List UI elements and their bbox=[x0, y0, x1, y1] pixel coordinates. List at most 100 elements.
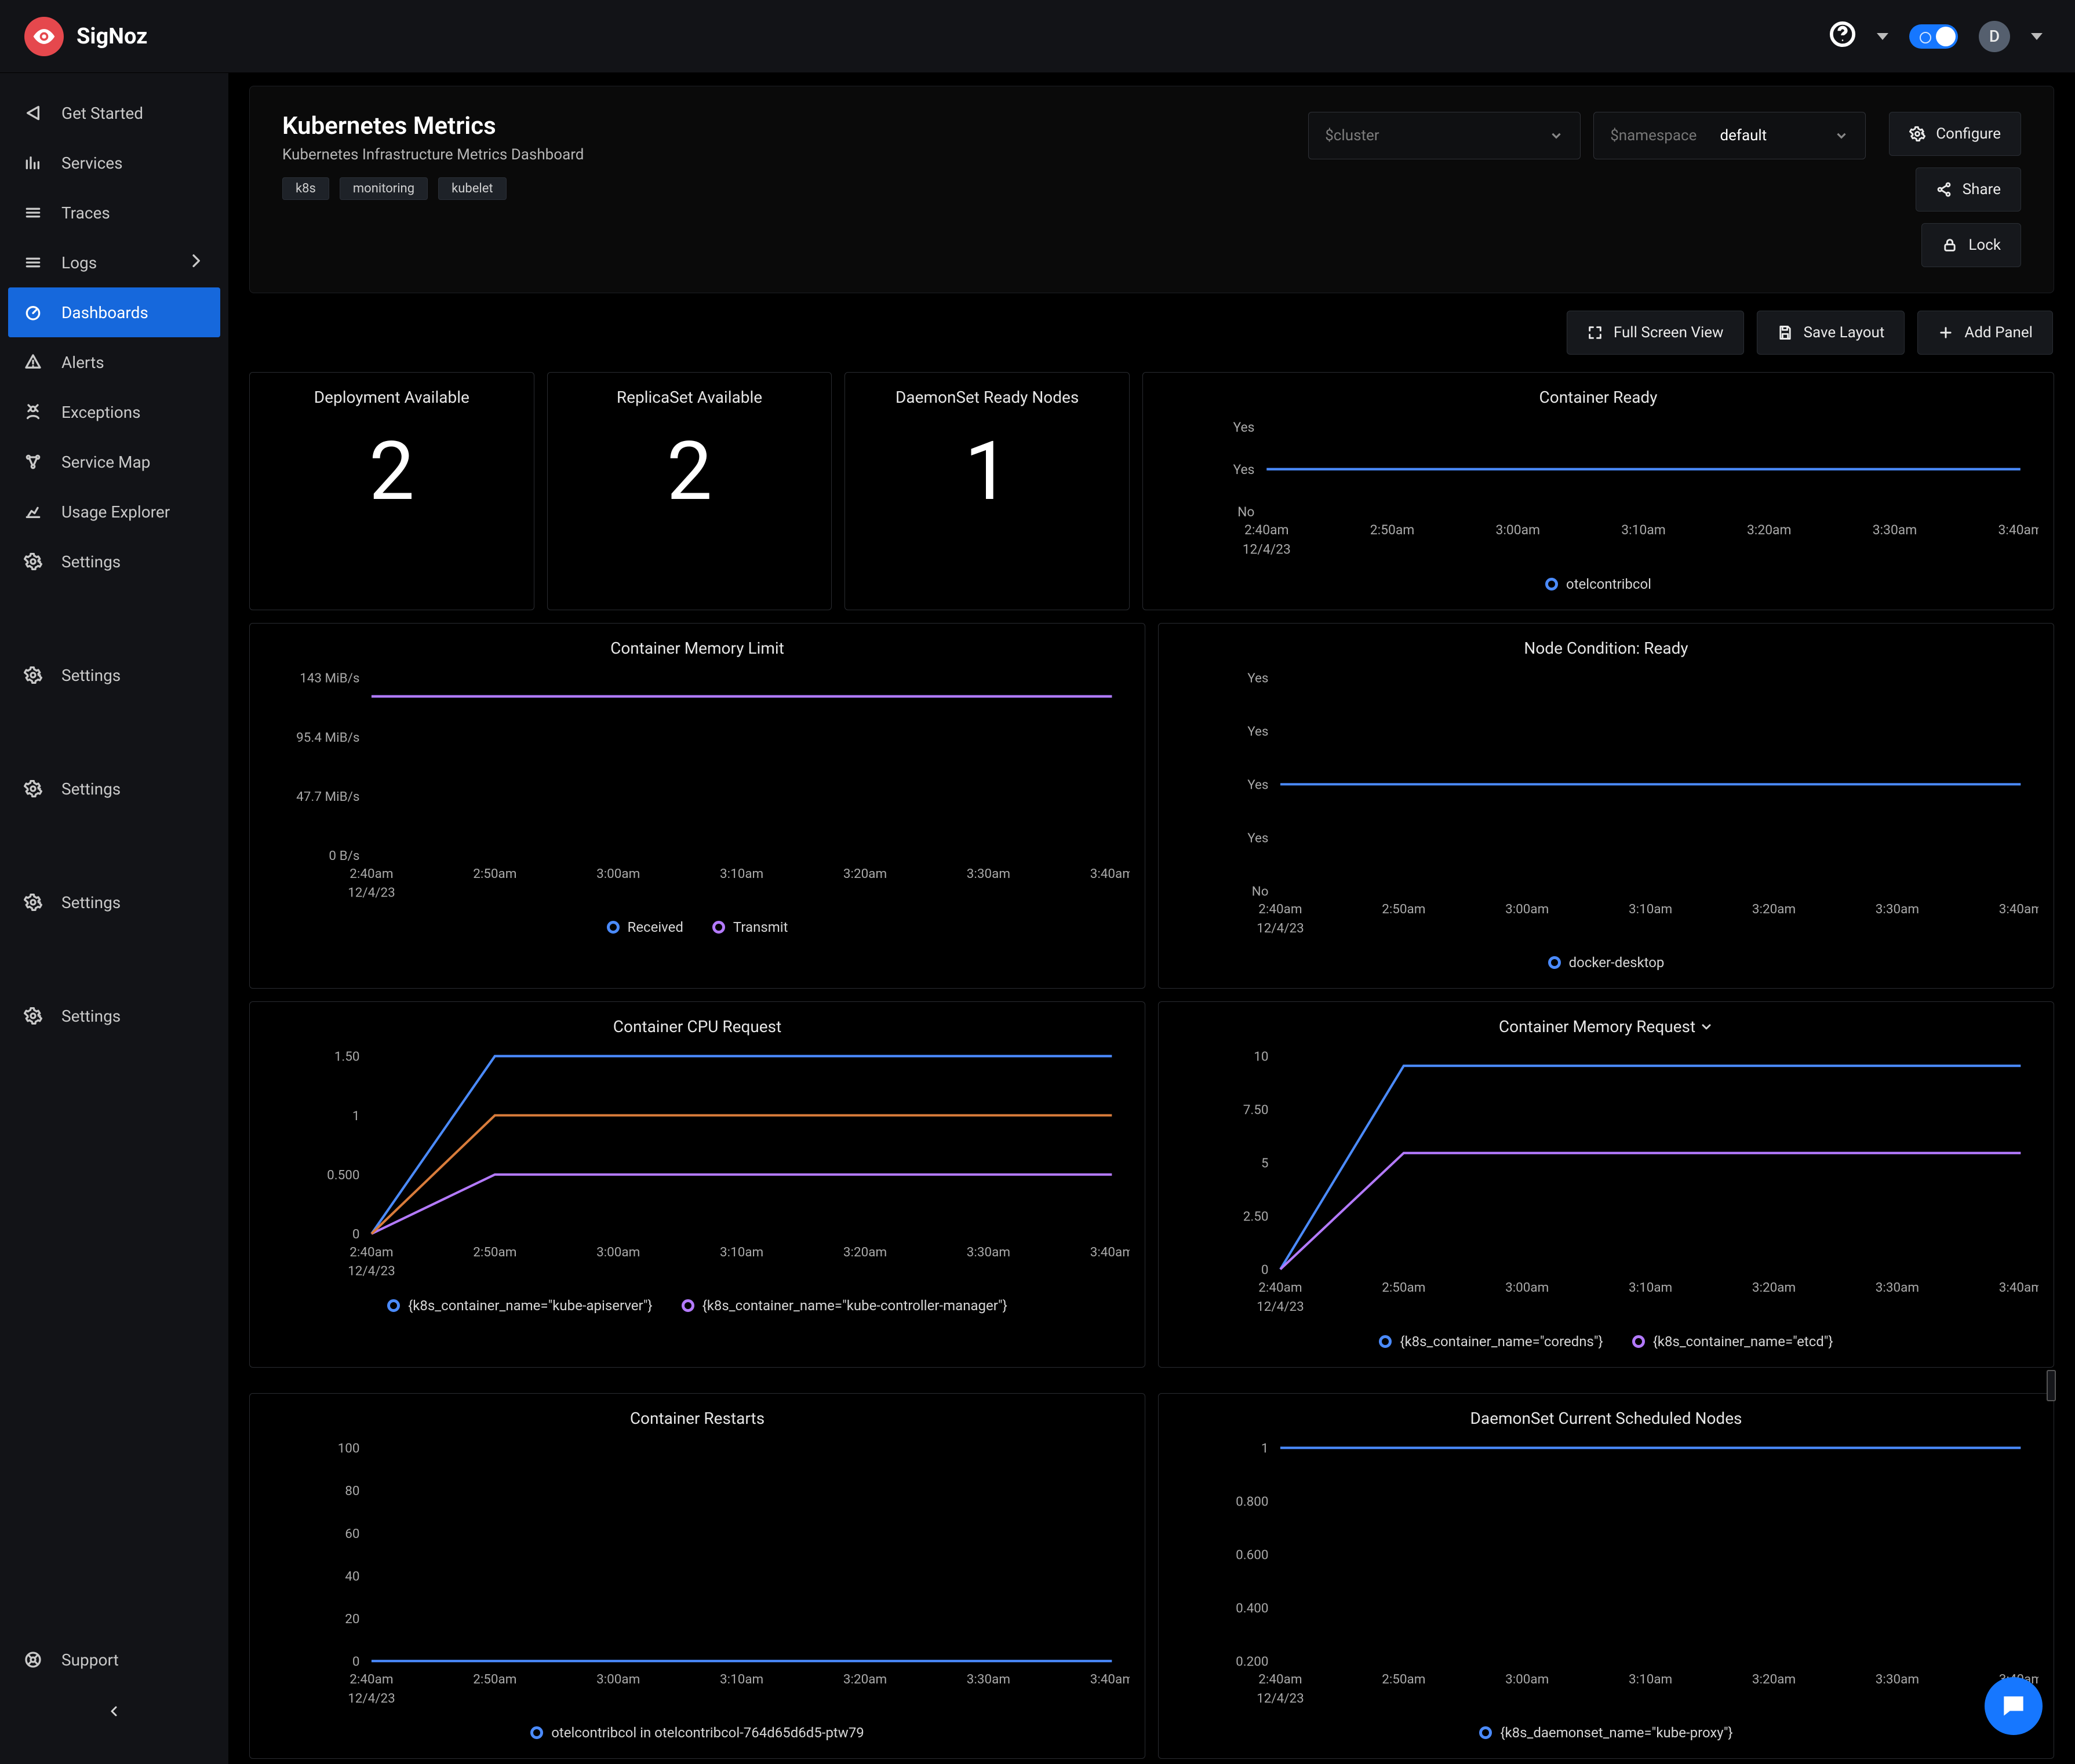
svg-text:3:30am: 3:30am bbox=[1876, 1672, 1919, 1687]
svg-text:3:00am: 3:00am bbox=[1505, 1281, 1549, 1296]
configure-button[interactable]: Configure bbox=[1889, 112, 2021, 156]
chevron-right-icon bbox=[187, 252, 205, 274]
sidebar-item-label: Service Map bbox=[61, 453, 150, 472]
dashboard-tag[interactable]: monitoring bbox=[340, 177, 428, 200]
add-panel-button[interactable]: Add Panel bbox=[1917, 311, 2053, 355]
svg-text:3:00am: 3:00am bbox=[1495, 522, 1540, 538]
top-bar: SigNoz D bbox=[0, 0, 2075, 73]
panel-container-cpu-request[interactable]: Container CPU Request00.50011.502:40am12… bbox=[249, 1001, 1145, 1367]
svg-text:143 MiB/s: 143 MiB/s bbox=[300, 671, 359, 686]
traces-icon bbox=[23, 203, 43, 222]
legend-swatch-icon bbox=[1545, 578, 1558, 591]
sidebar-item-support[interactable]: Support bbox=[0, 1635, 228, 1685]
svg-text:3:30am: 3:30am bbox=[967, 1672, 1010, 1687]
sidebar-item-service-map[interactable]: Service Map bbox=[0, 437, 228, 487]
sidebar-item-alerts[interactable]: Alerts bbox=[0, 337, 228, 387]
svg-text:3:10am: 3:10am bbox=[720, 866, 763, 881]
panel-daemonset-ready-nodes[interactable]: DaemonSet Ready Nodes 1 bbox=[844, 372, 1130, 610]
legend-item[interactable]: {k8s_container_name="coredns"} bbox=[1379, 1333, 1603, 1350]
settings-icon bbox=[23, 552, 43, 571]
svg-text:3:00am: 3:00am bbox=[1505, 902, 1549, 917]
legend-item[interactable]: {k8s_daemonset_name="kube-proxy"} bbox=[1479, 1725, 1732, 1741]
panel-container-memory-limit[interactable]: Container Memory Limit0 B/s47.7 MiB/s95.… bbox=[249, 623, 1145, 989]
svg-text:2:40am: 2:40am bbox=[1258, 1281, 1302, 1296]
theme-toggle[interactable] bbox=[1909, 24, 1958, 49]
user-menu-caret-icon[interactable] bbox=[2031, 33, 2043, 40]
svg-text:3:10am: 3:10am bbox=[1629, 1281, 1672, 1296]
sidebar-item-usage-explorer[interactable]: Usage Explorer bbox=[0, 487, 228, 537]
svg-text:2:40am: 2:40am bbox=[350, 866, 393, 881]
svg-text:3:40am: 3:40am bbox=[1999, 1281, 2038, 1296]
svg-text:2:40am: 2:40am bbox=[1244, 522, 1289, 538]
dashboard-tag[interactable]: kubelet bbox=[438, 177, 507, 200]
legend-item[interactable]: {k8s_container_name="kube-controller-man… bbox=[682, 1298, 1007, 1314]
sidebar-item-traces[interactable]: Traces bbox=[0, 188, 228, 238]
help-icon[interactable] bbox=[1829, 21, 1856, 52]
svg-text:7.50: 7.50 bbox=[1243, 1103, 1269, 1118]
chart-svg: 02.5057.50102:40am12/4/232:50am3:00am3:1… bbox=[1174, 1044, 2038, 1322]
sidebar-item-exceptions[interactable]: Exceptions bbox=[0, 387, 228, 437]
dashboard-tag[interactable]: k8s bbox=[282, 177, 329, 200]
sidebar-item-settings[interactable]: Settings bbox=[0, 991, 228, 1041]
legend-item[interactable]: Received bbox=[607, 919, 683, 935]
sidebar-item-settings[interactable]: Settings bbox=[0, 537, 228, 586]
panel-container-restarts[interactable]: Container Restarts0204060801002:40am12/4… bbox=[249, 1393, 1145, 1759]
panel-container-memory-request[interactable]: Container Memory Request 02.5057.50102:4… bbox=[1158, 1001, 2054, 1367]
sidebar-item-settings[interactable]: Settings bbox=[0, 650, 228, 700]
dashboards-icon bbox=[23, 303, 43, 322]
legend-item[interactable]: {k8s_container_name="kube-apiserver"} bbox=[387, 1298, 653, 1314]
panel-daemonset-current-scheduled[interactable]: DaemonSet Current Scheduled Nodes0.2000.… bbox=[1158, 1393, 2054, 1759]
dashboard-header: Kubernetes Metrics Kubernetes Infrastruc… bbox=[249, 86, 2054, 293]
alerts-icon bbox=[23, 353, 43, 371]
legend-item[interactable]: otelcontribcol in otelcontribcol-764d65d… bbox=[530, 1725, 864, 1741]
fullscreen-button[interactable]: Full Screen View bbox=[1567, 311, 1744, 355]
svg-text:3:30am: 3:30am bbox=[1876, 1281, 1919, 1296]
sidebar-item-label: Exceptions bbox=[61, 403, 141, 422]
sidebar-item-settings[interactable]: Settings bbox=[0, 877, 228, 927]
lock-button[interactable]: Lock bbox=[1921, 223, 2021, 267]
sidebar-item-label: Support bbox=[61, 1650, 119, 1670]
brand[interactable]: SigNoz bbox=[24, 17, 147, 56]
svg-text:Yes: Yes bbox=[1233, 420, 1255, 435]
help-dropdown-caret-icon[interactable] bbox=[1877, 33, 1888, 40]
sidebar-item-label: Traces bbox=[61, 203, 110, 223]
sidebar-item-get-started[interactable]: Get Started bbox=[0, 88, 228, 138]
svg-text:3:20am: 3:20am bbox=[1747, 522, 1792, 538]
legend-item[interactable]: Transmit bbox=[712, 919, 788, 935]
panel-replicaset-available[interactable]: ReplicaSet Available 2 bbox=[547, 372, 832, 610]
user-avatar[interactable]: D bbox=[1979, 21, 2010, 52]
svg-text:95.4 MiB/s: 95.4 MiB/s bbox=[296, 730, 359, 745]
legend-item[interactable]: otelcontribcol bbox=[1545, 576, 1651, 592]
sidebar-item-services[interactable]: Services bbox=[0, 138, 228, 188]
sidebar-item-settings[interactable]: Settings bbox=[0, 764, 228, 814]
svg-text:0.600: 0.600 bbox=[1236, 1547, 1268, 1562]
sidebar-item-label: Settings bbox=[61, 779, 121, 799]
svg-text:3:10am: 3:10am bbox=[1629, 902, 1672, 917]
svg-text:0.200: 0.200 bbox=[1236, 1654, 1268, 1669]
namespace-select[interactable]: $namespace default bbox=[1593, 112, 1866, 159]
cluster-select[interactable]: $cluster bbox=[1308, 112, 1581, 159]
svg-text:0: 0 bbox=[1261, 1263, 1269, 1278]
svg-text:60: 60 bbox=[345, 1526, 359, 1541]
legend-item[interactable]: docker-desktop bbox=[1548, 954, 1665, 971]
save-layout-button[interactable]: Save Layout bbox=[1757, 311, 1905, 355]
sidebar-collapse-icon[interactable] bbox=[107, 1703, 121, 1722]
chart-svg: 0204060801002:40am12/4/232:50am3:00am3:1… bbox=[265, 1436, 1130, 1714]
panel-container-ready[interactable]: Container ReadyNoYesYes2:40am12/4/232:50… bbox=[1142, 372, 2054, 610]
share-button[interactable]: Share bbox=[1916, 167, 2021, 212]
chart-legend: otelcontribcol in otelcontribcol-764d65d… bbox=[530, 1725, 864, 1741]
panel-node-condition-ready[interactable]: Node Condition: ReadyNoYesYesYesYes2:40a… bbox=[1158, 623, 2054, 989]
svg-text:3:00am: 3:00am bbox=[596, 866, 640, 881]
stat-value: 1 bbox=[964, 415, 1010, 529]
legend-swatch-icon bbox=[1379, 1335, 1392, 1348]
settings-icon bbox=[23, 1007, 43, 1025]
legend-item[interactable]: {k8s_container_name="etcd"} bbox=[1632, 1333, 1833, 1350]
sidebar-item-dashboards[interactable]: Dashboards bbox=[8, 287, 220, 337]
intercom-fab[interactable] bbox=[1985, 1677, 2043, 1735]
svg-text:3:20am: 3:20am bbox=[1752, 902, 1796, 917]
chart-svg: 0.2000.4000.6000.80012:40am12/4/232:50am… bbox=[1174, 1436, 2038, 1714]
sidebar-item-logs[interactable]: Logs bbox=[0, 238, 228, 287]
sidebar-item-label: Settings bbox=[61, 666, 121, 685]
panel-deployment-available[interactable]: Deployment Available 2 bbox=[249, 372, 534, 610]
svg-text:3:10am: 3:10am bbox=[1629, 1672, 1672, 1687]
